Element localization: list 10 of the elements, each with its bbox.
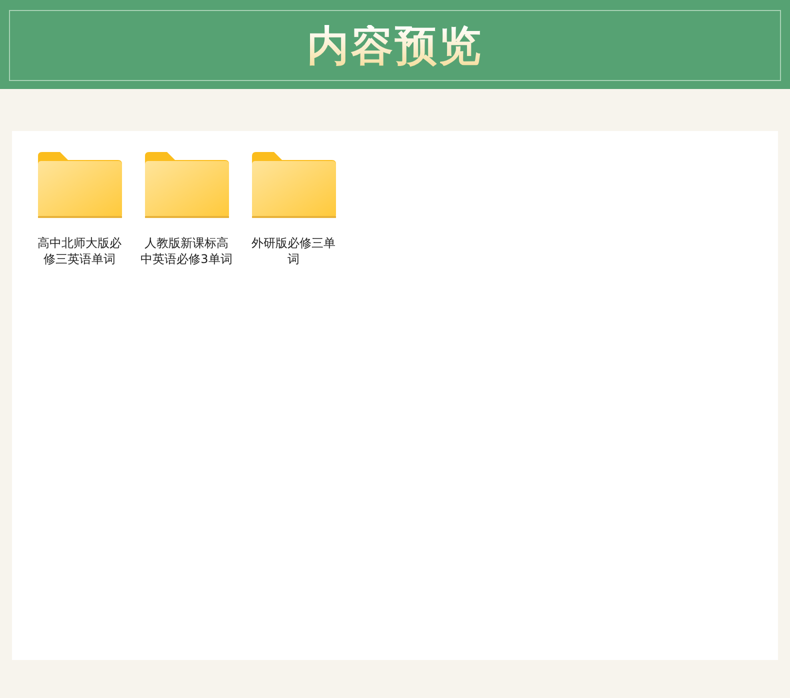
folder-icon: [252, 152, 336, 218]
page-title: 内容预览: [307, 24, 483, 66]
folder-item[interactable]: 高中北师大版必修三英语单词: [26, 152, 133, 267]
folder-name: 人教版新课标高中英语必修3单词: [140, 235, 234, 267]
folder-item[interactable]: 人教版新课标高中英语必修3单词: [133, 152, 240, 267]
folder-icon: [38, 152, 122, 218]
folder-item[interactable]: 外研版必修三单词: [240, 152, 347, 267]
folder-name: 高中北师大版必修三英语单词: [36, 235, 122, 267]
folder-name: 外研版必修三单词: [250, 235, 336, 267]
folder-icon: [144, 152, 228, 218]
